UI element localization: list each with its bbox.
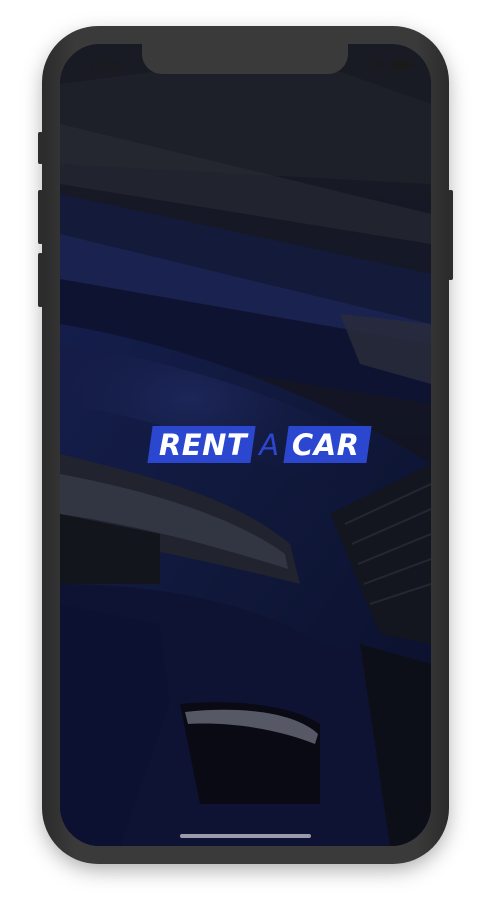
- logo-word-a: A: [259, 427, 280, 462]
- device-mockup: 11:49 RENT A CAR: [0, 0, 491, 906]
- status-icons: [372, 60, 415, 71]
- home-indicator[interactable]: [180, 834, 311, 838]
- rent-a-car-logo: RENT A CAR: [147, 426, 371, 463]
- notch: [142, 44, 348, 74]
- logo-word-car: CAR: [282, 426, 371, 463]
- logo-word-rent: RENT: [147, 426, 256, 463]
- wifi-icon: [372, 60, 386, 70]
- logo-rent-text: RENT: [159, 427, 248, 462]
- status-time: 11:49: [88, 58, 122, 73]
- battery-icon: [392, 61, 415, 70]
- logo-car-text: CAR: [291, 427, 360, 462]
